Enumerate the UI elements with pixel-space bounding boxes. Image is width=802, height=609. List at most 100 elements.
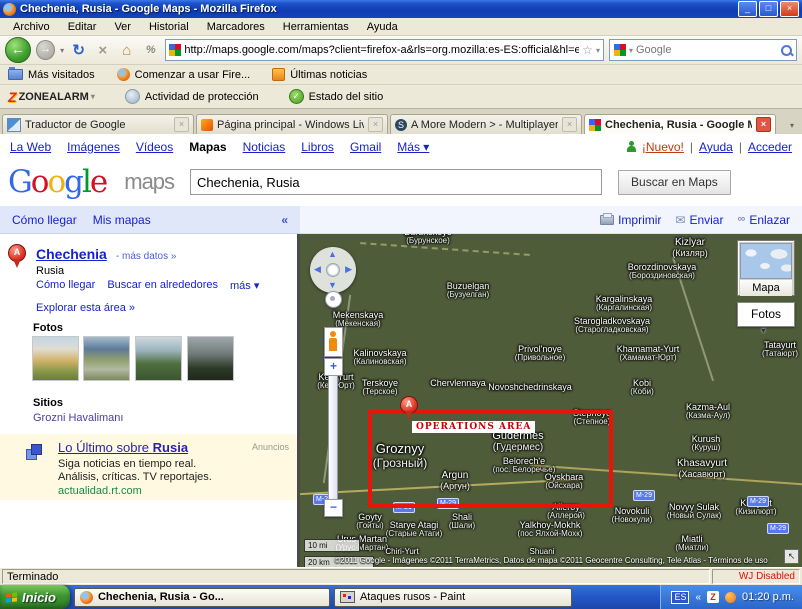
tab-close-button[interactable]: × (756, 117, 771, 132)
fotos-collapse-icon[interactable]: ▼ (760, 328, 767, 335)
gnav-la-web[interactable]: La Web (10, 140, 51, 154)
gnav-libros[interactable]: Libros (301, 140, 334, 154)
zonealarm-logo[interactable]: Z ZONEALARM ▾ (8, 89, 95, 105)
expand-corner-icon[interactable]: ↖ (784, 549, 799, 564)
map-label-yalkhoy-mokhk: Yalkhoy-Mokhk(пос Ялхой-Мохк) (518, 520, 583, 539)
ad-url-link[interactable]: actualidad.rt.com (58, 485, 142, 497)
photo-thumbnail-4[interactable] (187, 336, 234, 381)
taskbar-task-chechenia-rusia-go[interactable]: Chechenia, Rusia - Go... (74, 588, 330, 607)
pan-down-icon[interactable]: ▼ (328, 281, 337, 290)
map-action-enviar[interactable]: ✉Enviar (675, 213, 723, 227)
history-dropdown-icon[interactable]: ▾ (60, 46, 64, 55)
stop-button[interactable]: × (93, 42, 112, 59)
pan-right-icon[interactable]: ▶ (345, 265, 352, 274)
gnav-imagenes[interactable]: Imágenes (67, 140, 120, 154)
zoom-slider[interactable] (328, 375, 338, 500)
url-bar[interactable]: ☆ ▾ (165, 39, 604, 61)
zonealarm-tray-icon[interactable]: Z (707, 591, 719, 603)
menu-herramientas[interactable]: Herramientas (274, 20, 358, 34)
close-button[interactable]: × (780, 1, 799, 17)
gnav-nuevo[interactable]: ¡Nuevo! (642, 140, 684, 154)
gnav-ayuda[interactable]: Ayuda (699, 140, 733, 154)
menu-archivo[interactable]: Archivo (4, 20, 59, 34)
web-search-box[interactable]: ▾ (609, 39, 797, 61)
pan-center-icon[interactable] (326, 263, 340, 277)
tab-pagina-principal-windows-live[interactable]: Página principal - Windows Live× (196, 114, 388, 134)
zoom-out-button[interactable]: − (324, 499, 343, 517)
extension-icon[interactable]: % (141, 44, 160, 56)
bookmark-ultimas-noticias[interactable]: Últimas noticias (272, 68, 367, 81)
menu-ver[interactable]: Ver (105, 20, 140, 34)
web-search-input[interactable] (636, 44, 778, 56)
home-button[interactable]: ⌂ (117, 42, 136, 59)
search-engine-dropdown-icon[interactable]: ▾ (629, 46, 633, 55)
map-label-chervlennaya: Chervlennaya (430, 378, 486, 388)
tab-chechenia-rusia-google-maps[interactable]: Chechenia, Rusia - Google Maps× (584, 114, 776, 134)
panel-mis-mapas[interactable]: Mis mapas (93, 213, 151, 227)
site-link[interactable]: Grozni Havalimanı (33, 412, 123, 424)
gnav-acceder[interactable]: Acceder (748, 140, 792, 154)
map-label-borozdinovskaya: Borozdinovskaya(Бороздиновская) (628, 262, 697, 281)
map-pan-control[interactable]: ▲ ▼ ◀ ▶ (310, 247, 356, 293)
result-link-mas[interactable]: más ▾ (230, 279, 259, 292)
street-view-pegman[interactable] (324, 327, 343, 357)
magnifier-icon[interactable] (781, 45, 792, 56)
map-action-imprimir[interactable]: Imprimir (600, 213, 661, 227)
photo-thumbnail-1[interactable] (32, 336, 79, 381)
url-input[interactable] (184, 44, 579, 56)
ad-title-link[interactable]: Lo Último sobre Rusia (58, 440, 188, 455)
map-type-button[interactable]: Mapa (737, 240, 795, 296)
zonealarm-actividad-de-proteccion[interactable]: Actividad de protección (125, 89, 259, 104)
minimize-button[interactable]: _ (738, 1, 757, 17)
photo-thumbnail-3[interactable] (135, 336, 182, 381)
taskbar-task-ataques-rusos-paint[interactable]: Ataques rusos - Paint (334, 588, 572, 607)
result-link-como-llegar[interactable]: Cómo llegar (36, 279, 95, 292)
explore-area-link[interactable]: Explorar esta área » (36, 302, 135, 314)
panel-como-llegar[interactable]: Cómo llegar (12, 213, 77, 227)
gnav-noticias[interactable]: Noticias (243, 140, 286, 154)
gnav-gmail[interactable]: Gmail (350, 140, 381, 154)
gnav-mas[interactable]: Más ▾ (397, 140, 429, 154)
tray-orange-icon[interactable] (725, 592, 736, 603)
map-marker-a[interactable]: A (400, 396, 418, 414)
tab-close-button[interactable]: × (174, 117, 189, 132)
result-marker-a[interactable]: A (8, 244, 26, 262)
menu-editar[interactable]: Editar (59, 20, 106, 34)
url-dropdown-icon[interactable]: ▾ (596, 46, 600, 55)
tab-traductor-de-google[interactable]: Traductor de Google× (2, 114, 194, 134)
pan-left-icon[interactable]: ◀ (314, 265, 321, 274)
bookmark-star-icon[interactable]: ☆ (582, 43, 593, 57)
maps-search-input[interactable] (190, 169, 602, 195)
tab-close-button[interactable]: × (368, 117, 383, 132)
list-all-tabs-button[interactable]: ▾ (784, 118, 800, 134)
status-extension-text: WJ Disabled (712, 569, 800, 584)
result-link-buscar-en-alrededores[interactable]: Buscar en alrededores (107, 279, 218, 292)
tab-a-more-modern-multiplayer-user[interactable]: SA More Modern > - Multiplayer "User ...… (390, 114, 582, 134)
menu-historial[interactable]: Historial (140, 20, 198, 34)
zonealarm-estado-del-sitio[interactable]: ✓Estado del sitio (289, 89, 384, 104)
bookmark-comenzar-a-usar-fire[interactable]: Comenzar a usar Fire... (117, 68, 251, 81)
gnav-videos[interactable]: Vídeos (136, 140, 173, 154)
sidebar-collapse-button[interactable]: « (281, 213, 288, 227)
map-canvas[interactable]: Burunskoye(Бурунское)Kizlyar(Кизляр)Boro… (300, 234, 802, 567)
refresh-button[interactable]: ↻ (69, 41, 88, 59)
fotos-layer-button[interactable]: Fotos (737, 302, 795, 327)
tab-close-button[interactable]: × (562, 117, 577, 132)
more-info-link[interactable]: - más datos » (116, 251, 177, 262)
menu-marcadores[interactable]: Marcadores (198, 20, 274, 34)
maximize-button[interactable]: □ (759, 1, 778, 17)
start-button[interactable]: Inicio (0, 585, 70, 609)
result-title-link[interactable]: Chechenia (36, 246, 107, 262)
photo-thumbnail-2[interactable] (83, 336, 130, 381)
zoom-in-button[interactable]: + (324, 358, 343, 376)
pan-up-icon[interactable]: ▲ (328, 250, 337, 259)
menu-ayuda[interactable]: Ayuda (358, 20, 407, 34)
search-maps-button[interactable]: Buscar en Maps (618, 170, 731, 195)
back-button[interactable]: ← (5, 37, 31, 63)
map-reset-button[interactable] (325, 291, 342, 308)
tray-chevron-icon[interactable]: « (695, 592, 701, 603)
bookmark-mas-visitados[interactable]: Más visitados (8, 69, 95, 81)
forward-button[interactable]: → (36, 40, 55, 60)
map-action-enlazar[interactable]: ∞Enlazar (737, 213, 790, 227)
gnav-mapas[interactable]: Mapas (189, 140, 226, 154)
